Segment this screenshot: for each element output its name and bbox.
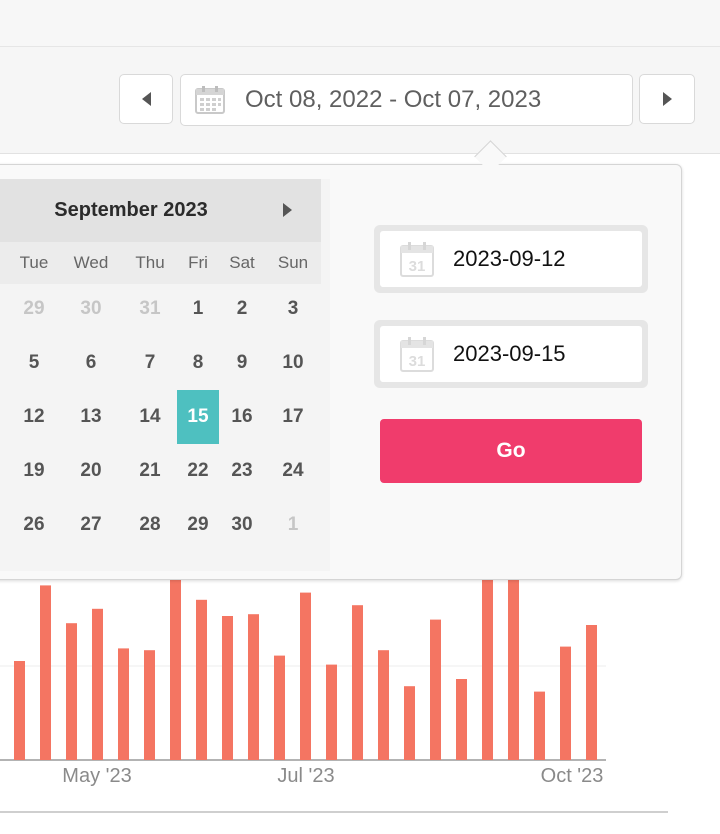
calendar-day[interactable]: 2	[221, 282, 263, 336]
calendar-day[interactable]: 29	[13, 282, 55, 336]
calendar-day[interactable]: 16	[221, 390, 263, 444]
calendar-day[interactable]: 17	[272, 390, 314, 444]
calendar-day-selected[interactable]: 15	[177, 390, 219, 444]
weekday-label: Fri	[188, 253, 208, 272]
calendar-day[interactable]: 12	[13, 390, 55, 444]
chart-bar	[300, 592, 311, 760]
chart-bar	[560, 646, 571, 760]
x-tick-label: Oct '23	[540, 765, 604, 787]
month-title: September 2023	[54, 199, 208, 221]
calendar-day[interactable]: 7	[129, 336, 171, 390]
calendar-day[interactable]: 6	[70, 336, 112, 390]
calendar-day[interactable]: 10	[272, 336, 314, 390]
chart-bar	[586, 625, 597, 760]
caret-left-icon	[141, 92, 151, 106]
calendar-day[interactable]: 9	[221, 336, 263, 390]
calendar-day[interactable]: 26	[13, 498, 55, 552]
calendar-day[interactable]: 8	[177, 336, 219, 390]
weekday-label: Sat	[229, 253, 255, 272]
weekday-label: Tue	[19, 253, 49, 272]
x-tick-label: May '23	[62, 765, 132, 787]
bar-chart: May '23 Jul '23 Oct '23	[0, 560, 720, 829]
calendar-day[interactable]: 20	[70, 444, 112, 498]
next-month-button[interactable]	[272, 195, 302, 225]
month-calendar: September 2023 Tue Wed Thu Fri Sat Sun 2…	[0, 179, 330, 571]
svg-text:31: 31	[409, 258, 426, 275]
calendar-day[interactable]: 19	[13, 444, 55, 498]
chart-bar	[170, 580, 181, 760]
calendar-31-icon: 31	[400, 337, 434, 372]
chart-bar	[14, 661, 25, 760]
chart-bar	[66, 623, 77, 760]
chart-bar	[534, 691, 545, 760]
previous-range-button[interactable]	[119, 74, 173, 124]
weekday-label: Wed	[73, 253, 109, 272]
calendar-day[interactable]: 21	[129, 444, 171, 498]
chart-bar	[144, 650, 155, 760]
top-bar-background	[0, 0, 720, 46]
chart-bar	[482, 580, 493, 760]
x-tick-label: Jul '23	[277, 765, 335, 787]
chart-bar	[92, 608, 103, 760]
calendar-day[interactable]: 27	[70, 498, 112, 552]
calendar-day[interactable]: 28	[129, 498, 171, 552]
calendar-day[interactable]: 14	[129, 390, 171, 444]
calendar-day[interactable]: 1	[177, 282, 219, 336]
chart-bar	[404, 686, 415, 760]
calendar-day[interactable]: 29	[177, 498, 219, 552]
svg-text:31: 31	[409, 353, 426, 370]
chart-bar	[456, 679, 467, 760]
end-date-input[interactable]: 31 2023-09-15	[380, 326, 642, 382]
calendar-day[interactable]: 23	[221, 444, 263, 498]
calendar-day[interactable]: 24	[272, 444, 314, 498]
chart-bar	[274, 655, 285, 760]
date-range-label: Oct 08, 2022 - Oct 07, 2023	[245, 86, 542, 113]
chart-bar	[118, 648, 129, 760]
calendar-day[interactable]: 22	[177, 444, 219, 498]
chart-bar	[248, 614, 259, 760]
calendar-day[interactable]: 30	[221, 498, 263, 552]
calendar-day[interactable]: 3	[272, 282, 314, 336]
weekday-label: Sun	[277, 253, 309, 272]
next-range-button[interactable]	[639, 74, 695, 124]
caret-right-icon	[662, 92, 672, 106]
end-date-field[interactable]: 31 2023-09-15	[374, 320, 648, 388]
chart-bar	[40, 585, 51, 760]
start-date-input[interactable]: 31 2023-09-12	[380, 231, 642, 287]
go-button[interactable]: Go	[380, 419, 642, 483]
calendar-31-icon: 31	[400, 242, 434, 277]
calendar-day[interactable]: 5	[13, 336, 55, 390]
calendar-icon	[195, 86, 225, 114]
chart-bar	[508, 580, 519, 760]
chart-bar	[430, 619, 441, 760]
weekday-label: Thu	[135, 253, 165, 272]
end-date-value: 2023-09-15	[453, 341, 566, 366]
caret-right-icon	[282, 203, 292, 217]
bar-chart-svg	[0, 580, 668, 813]
start-date-field[interactable]: 31 2023-09-12	[374, 225, 648, 293]
chart-bar	[222, 616, 233, 760]
calendar-day[interactable]: 30	[70, 282, 112, 336]
chart-bar	[352, 605, 363, 760]
chart-bar	[196, 599, 207, 760]
calendar-day[interactable]: 1	[272, 498, 314, 552]
calendar-day[interactable]: 31	[129, 282, 171, 336]
date-range-button[interactable]: Oct 08, 2022 - Oct 07, 2023	[180, 74, 633, 126]
chart-bar	[378, 650, 389, 760]
calendar-header: September 2023	[0, 179, 321, 242]
weekday-header-row: Tue Wed Thu Fri Sat Sun	[0, 242, 321, 284]
chart-bar	[326, 664, 337, 760]
start-date-value: 2023-09-12	[453, 246, 566, 271]
calendar-day[interactable]: 13	[70, 390, 112, 444]
